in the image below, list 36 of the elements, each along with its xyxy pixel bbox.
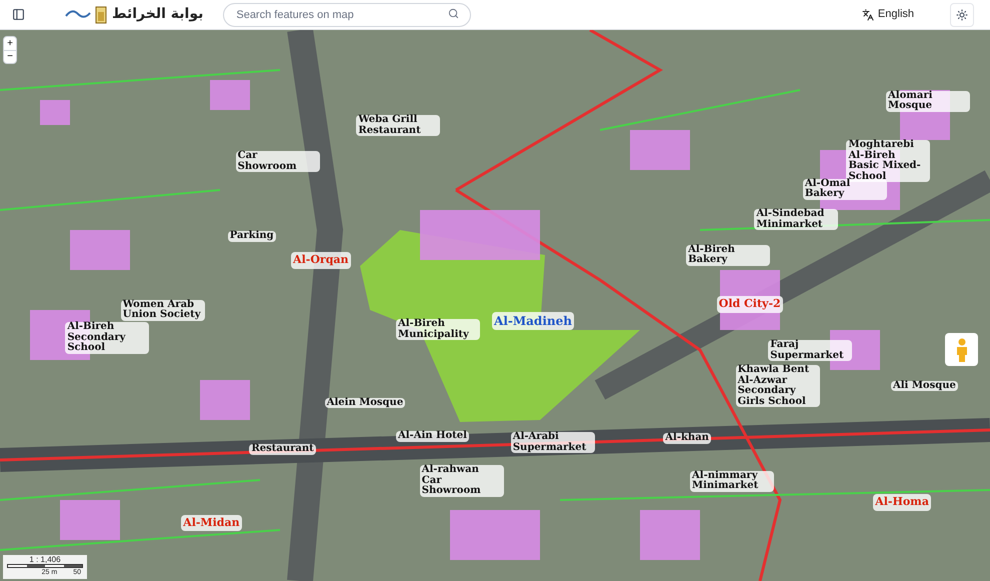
map-label: Al-Bireh Secondary School [65,322,150,354]
language-button[interactable]: English [854,2,922,26]
map-label: Weba Grill Restaurant [356,115,440,136]
map-label: Al-Orqan [291,252,351,269]
map-label: Ali Mosque [891,380,958,392]
map-label: Al-Bireh Bakery [686,244,770,266]
map-label: Car Showroom [236,151,320,172]
map-label: Al-nimmary Minimarket [690,470,774,492]
map-label: Al-Sindebad Minimarket [754,209,838,230]
map-label: Al-Madineh [492,312,574,330]
map-label: Al-Arabi Supermarket [510,432,595,454]
portal-title: بوابة الخرائط [112,5,204,24]
map-label: Faraj Supermarket [768,340,852,362]
theme-toggle-icon[interactable] [950,2,974,26]
search-icon [448,8,460,19]
map-label: Al-Bireh Municipality [396,319,480,340]
map-label: Parking [228,231,276,242]
aerial-map-drawing[interactable] [0,30,990,581]
map-label: Al-rahwan Car Showroom [420,465,504,497]
map-label: Khawla Bent Al-Azwar Secondary Girls School [736,365,820,407]
map-label: Al-Ain Hotel [396,431,469,442]
map-label: Alein Mosque [324,398,406,408]
zoom-in-button[interactable]: + [4,37,16,50]
search-field[interactable]: Search features on map [223,3,472,27]
map-label: Al-Omal Bakery [802,178,887,200]
translate-icon [862,8,874,20]
map-label: Restaurant [249,444,316,455]
map-label: Al-khan [663,433,711,444]
map-label: Alomari Mosque [886,90,970,112]
map-label: Al-Homa [873,494,931,511]
scale-ratio: 1 : 1,406 [29,555,61,564]
map-label: Women Arab Union Society [120,300,205,321]
map-label: Old City-2 [716,296,783,313]
logo-icon [64,4,108,26]
zoom-out-button[interactable]: − [4,50,16,63]
map-label: Al-Midan [181,514,242,532]
